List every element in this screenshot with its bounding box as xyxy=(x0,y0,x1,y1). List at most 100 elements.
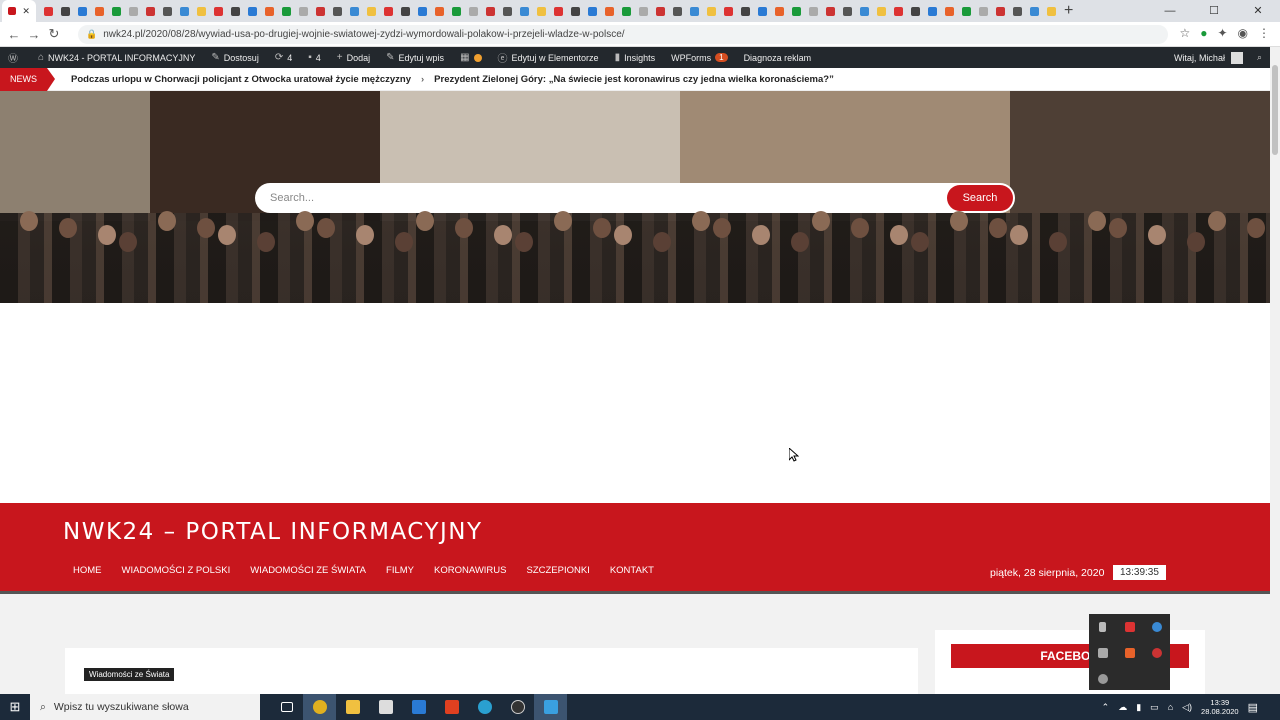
pinned-tab-favicon[interactable] xyxy=(894,6,903,16)
app-window-icon[interactable] xyxy=(534,694,567,720)
search-icon[interactable]: ⌕ xyxy=(1257,52,1262,63)
taskbar-clock[interactable]: 13:39 28.08.2020 xyxy=(1201,698,1239,716)
search-input[interactable] xyxy=(255,192,935,204)
bookmark-star-icon[interactable]: ☆ xyxy=(1179,26,1190,40)
obs-icon[interactable] xyxy=(501,694,534,720)
active-tab[interactable]: ✕ xyxy=(2,0,36,22)
skype-icon[interactable] xyxy=(1097,674,1108,684)
pinned-tab-favicon[interactable] xyxy=(758,6,767,16)
pinned-tab-favicon[interactable] xyxy=(367,6,376,16)
wp-plugin-status[interactable]: ▦ xyxy=(452,47,489,68)
pinned-tab-favicon[interactable] xyxy=(775,6,784,16)
pinned-tab-favicon[interactable] xyxy=(265,6,274,16)
profile-avatar-icon[interactable]: ◉ xyxy=(1238,26,1248,40)
pinned-tab-favicon[interactable] xyxy=(95,6,104,16)
nav-poland-news[interactable]: WIADOMOŚCI Z POLSKI xyxy=(112,565,241,576)
pinned-tab-favicon[interactable] xyxy=(78,6,87,16)
pinned-tab-favicon[interactable] xyxy=(316,6,325,16)
wp-ads-diagnosis[interactable]: Diagnoza reklam xyxy=(736,47,820,68)
edge-icon[interactable] xyxy=(468,694,501,720)
pinned-tab-favicon[interactable] xyxy=(197,6,206,16)
url-field[interactable]: 🔒 nwk24.pl/2020/08/28/wywiad-usa-po-drug… xyxy=(78,25,1168,44)
pinned-tab-favicon[interactable] xyxy=(1013,6,1022,16)
nav-vaccines[interactable]: SZCZEPIONKI xyxy=(516,565,599,576)
office-icon[interactable] xyxy=(435,694,468,720)
pinned-tab-favicon[interactable] xyxy=(248,6,257,16)
minimize-icon[interactable]: — xyxy=(1148,0,1192,22)
onedrive-icon[interactable]: ☁ xyxy=(1118,702,1127,713)
extension-green-icon[interactable]: ● xyxy=(1200,26,1207,40)
pinned-tab-favicon[interactable] xyxy=(724,6,733,16)
mail-icon[interactable] xyxy=(402,694,435,720)
wp-logo-icon[interactable]: Ⓦ xyxy=(0,47,30,68)
pinned-tab-favicon[interactable] xyxy=(673,6,682,16)
close-window-icon[interactable]: ✕ xyxy=(1236,0,1280,22)
forward-icon[interactable]: → xyxy=(24,27,44,42)
pinned-tab-favicon[interactable] xyxy=(605,6,614,16)
pinned-tab-favicon[interactable] xyxy=(877,6,886,16)
nav-contact[interactable]: KONTAKT xyxy=(600,565,664,576)
notification-icon[interactable]: ▤ xyxy=(1248,701,1258,714)
pinned-tab-favicon[interactable] xyxy=(571,6,580,16)
app-shield-icon[interactable] xyxy=(1151,648,1162,658)
wp-updates[interactable]: ⟳ 4 xyxy=(267,47,300,68)
pinned-tab-favicon[interactable] xyxy=(945,6,954,16)
mic-icon[interactable]: ▮ xyxy=(1136,702,1141,713)
maximize-icon[interactable]: ☐ xyxy=(1192,0,1236,22)
site-title[interactable]: NWK24 – PORTAL INFORMACYJNY xyxy=(63,519,483,545)
ticker-item[interactable]: Prezydent Zielonej Góry: „Na świecie jes… xyxy=(434,74,834,85)
wp-insights[interactable]: ▮ Insights xyxy=(607,47,664,68)
pinned-tab-favicon[interactable] xyxy=(384,6,393,16)
wp-user-menu[interactable]: Witaj, Michał ⌕ xyxy=(1174,51,1262,64)
reload-icon[interactable]: ↻ xyxy=(44,26,64,42)
taskbar-search[interactable]: ⌕ Wpisz tu wyszukiwane słowa xyxy=(30,694,260,720)
scrollbar-thumb[interactable] xyxy=(1272,65,1278,155)
usb-icon[interactable] xyxy=(1099,622,1106,632)
pinned-tab-favicon[interactable] xyxy=(1047,6,1056,16)
chrome-icon[interactable] xyxy=(303,694,336,720)
pinned-tab-favicon[interactable] xyxy=(418,6,427,16)
app-orange-icon[interactable] xyxy=(1124,648,1135,658)
pinned-tab-favicon[interactable] xyxy=(911,6,920,16)
pinned-tab-favicon[interactable] xyxy=(537,6,546,16)
wp-comments[interactable]: ▪ 4 xyxy=(300,47,329,68)
pinned-tab-favicon[interactable] xyxy=(163,6,172,16)
pinned-tab-favicon[interactable] xyxy=(656,6,665,16)
tab-close-icon[interactable]: ✕ xyxy=(22,6,30,17)
network-icon[interactable]: ⌂ xyxy=(1168,702,1173,712)
page-scrollbar[interactable] xyxy=(1270,47,1280,694)
pinned-tab-favicon[interactable] xyxy=(809,6,818,16)
pinned-tab-favicon[interactable] xyxy=(996,6,1005,16)
ticker-item[interactable]: Podczas urlopu w Chorwacji policjant z O… xyxy=(71,74,411,85)
nav-films[interactable]: FILMY xyxy=(376,565,424,576)
pinned-tab-favicon[interactable] xyxy=(707,6,716,16)
power-icon[interactable]: ▭ xyxy=(1150,702,1159,713)
pinned-tab-favicon[interactable] xyxy=(826,6,835,16)
antivirus-icon[interactable] xyxy=(1124,622,1135,632)
pinned-tab-favicon[interactable] xyxy=(61,6,70,16)
volume-icon[interactable]: ◁) xyxy=(1182,702,1192,713)
pinned-tab-favicon[interactable] xyxy=(350,6,359,16)
pinned-tab-favicon[interactable] xyxy=(588,6,597,16)
nav-world-news[interactable]: WIADOMOŚCI ZE ŚWIATA xyxy=(240,565,376,576)
extensions-puzzle-icon[interactable]: ✦ xyxy=(1217,26,1227,40)
pinned-tab-favicon[interactable] xyxy=(979,6,988,16)
back-icon[interactable]: ← xyxy=(4,27,24,42)
pinned-tab-favicon[interactable] xyxy=(180,6,189,16)
nvidia-icon[interactable] xyxy=(1097,648,1108,658)
store-icon[interactable] xyxy=(369,694,402,720)
pinned-tab-favicon[interactable] xyxy=(1030,6,1039,16)
wp-site-name[interactable]: ⌂ NWK24 - PORTAL INFORMACYJNY xyxy=(30,47,203,68)
pinned-tab-favicon[interactable] xyxy=(333,6,342,16)
nav-home[interactable]: HOME xyxy=(63,565,112,576)
pinned-tab-favicon[interactable] xyxy=(401,6,410,16)
pinned-tab-favicon[interactable] xyxy=(112,6,121,16)
new-tab-icon[interactable]: + xyxy=(1064,2,1073,20)
file-explorer-icon[interactable] xyxy=(336,694,369,720)
wp-wpforms[interactable]: WPForms 1 xyxy=(663,47,735,68)
network-globe-icon[interactable] xyxy=(1151,622,1162,632)
pinned-tab-favicon[interactable] xyxy=(44,6,53,16)
pinned-tab-favicon[interactable] xyxy=(639,6,648,16)
pinned-tab-favicon[interactable] xyxy=(741,6,750,16)
pinned-tab-favicon[interactable] xyxy=(962,6,971,16)
